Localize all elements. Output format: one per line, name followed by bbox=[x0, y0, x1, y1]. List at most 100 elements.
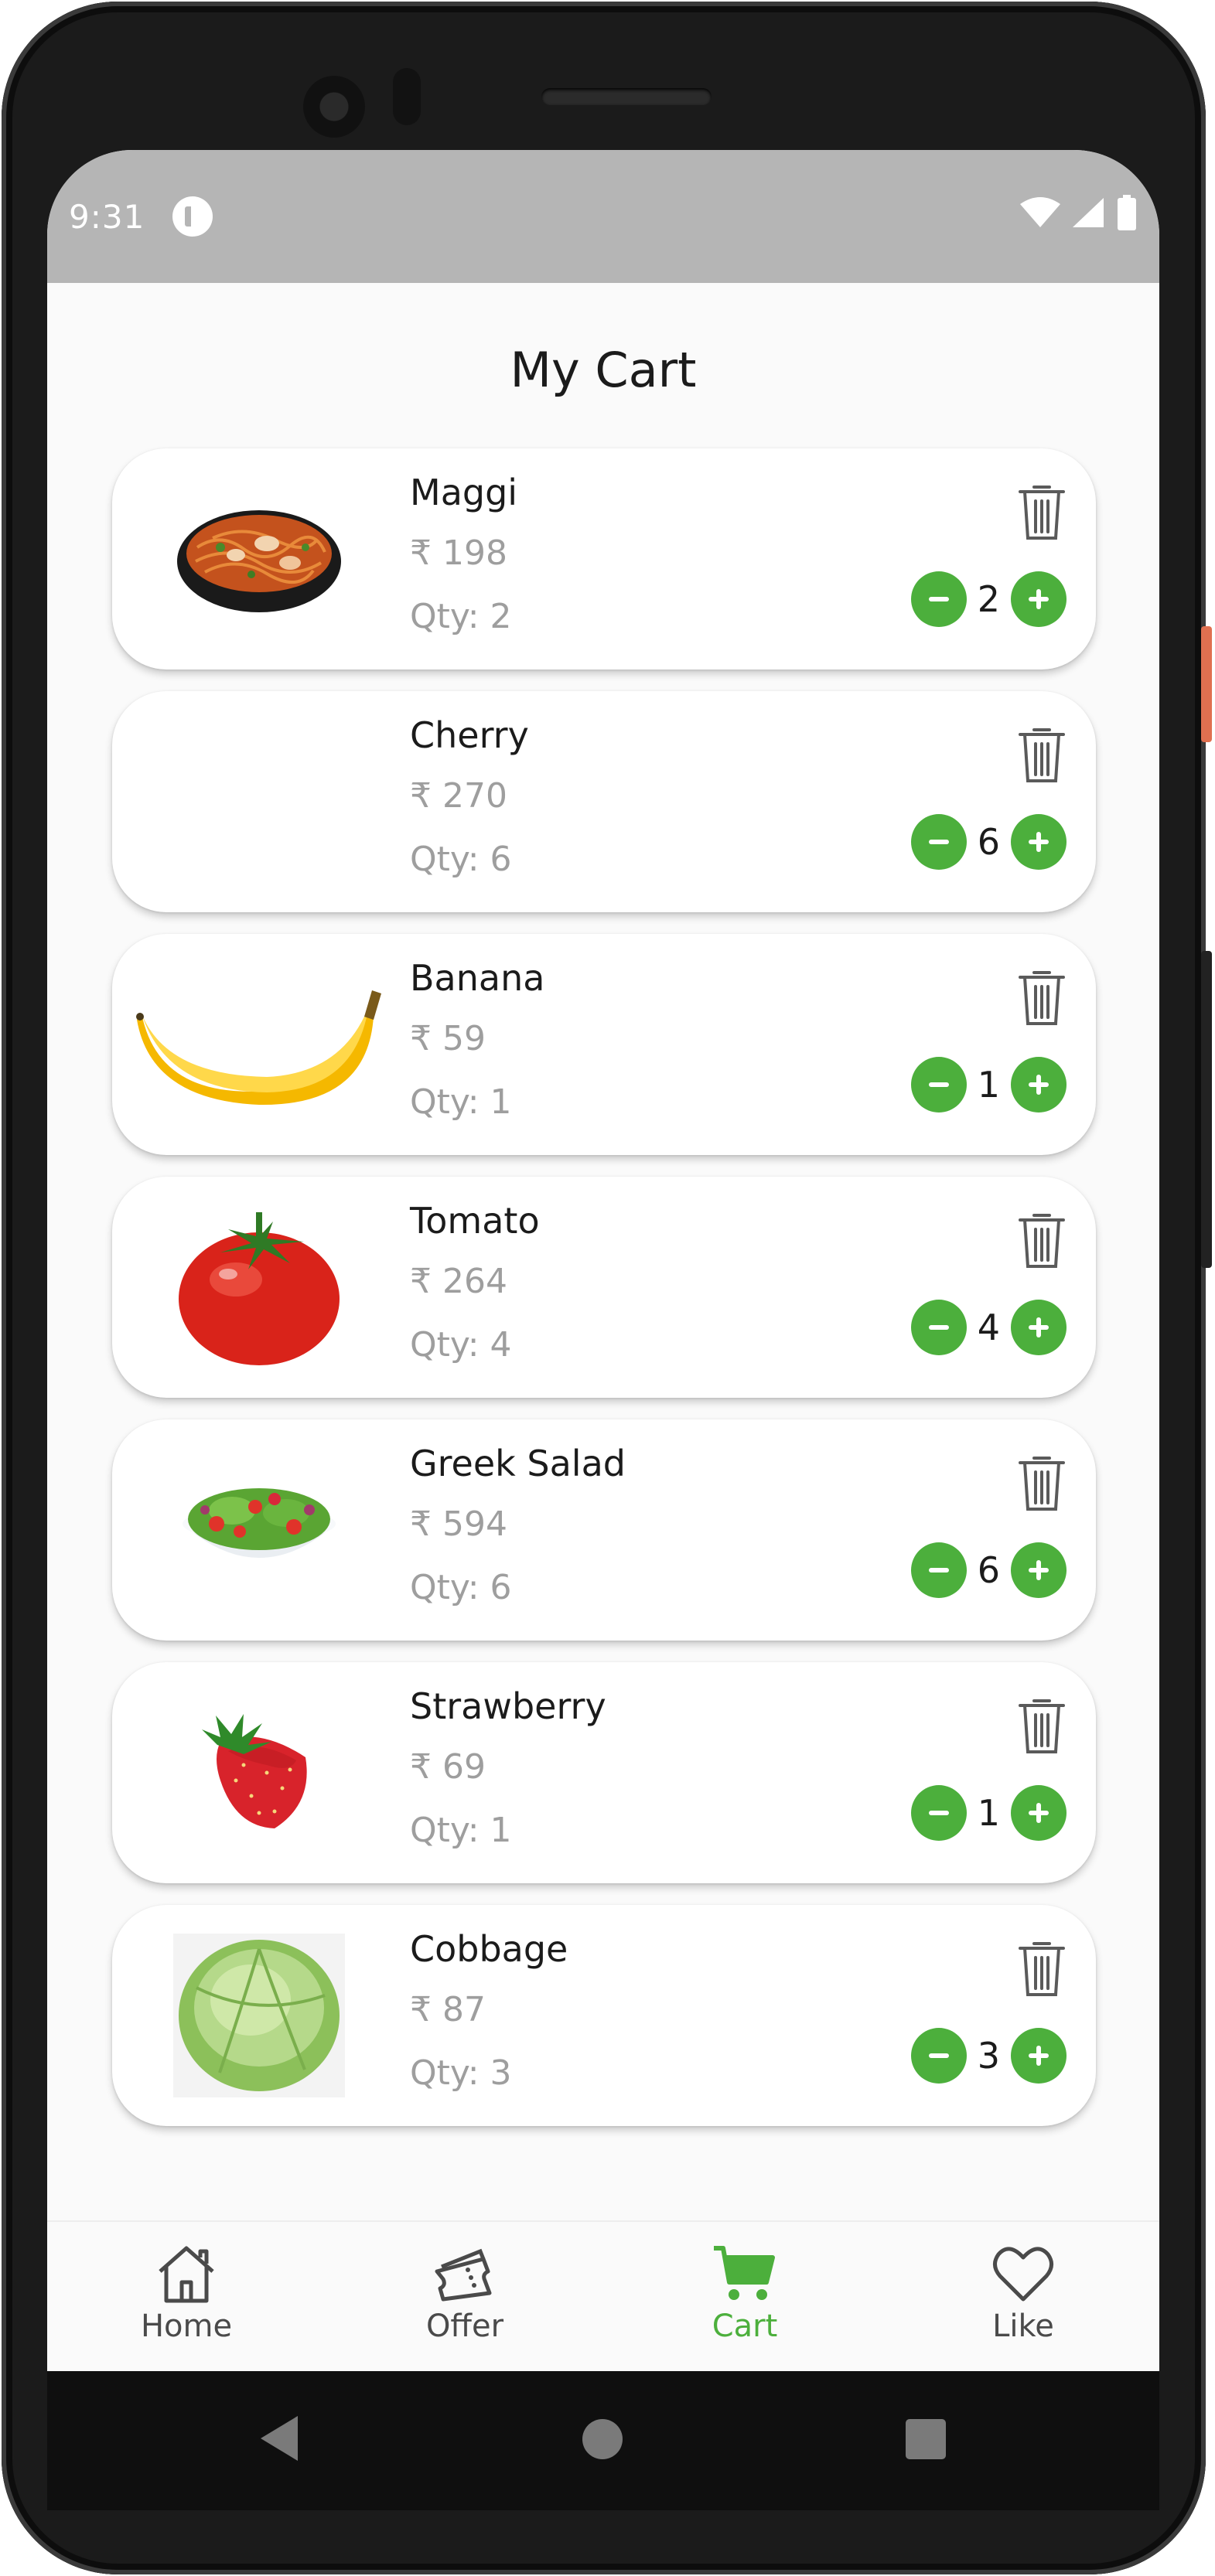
earpiece-speaker bbox=[541, 88, 712, 105]
delete-item-button[interactable] bbox=[1017, 1211, 1067, 1269]
trash-icon bbox=[1019, 1942, 1065, 1996]
decrease-quantity-button[interactable] bbox=[910, 814, 967, 870]
back-icon[interactable] bbox=[258, 2414, 301, 2462]
item-image-noodles bbox=[159, 470, 360, 648]
increase-quantity-button[interactable] bbox=[1011, 1542, 1067, 1598]
minus-icon bbox=[928, 1568, 949, 1573]
increase-quantity-button[interactable] bbox=[1011, 571, 1067, 627]
cart-item-card: Strawberry ₹ 69 Qty: 1 1 bbox=[112, 1662, 1096, 1883]
increase-quantity-button[interactable] bbox=[1011, 1057, 1067, 1113]
signal-icon bbox=[1073, 198, 1104, 227]
item-name: Greek Salad bbox=[410, 1443, 626, 1484]
item-name: Cherry bbox=[410, 714, 529, 756]
page-title: My Cart bbox=[510, 342, 697, 398]
minus-icon bbox=[928, 597, 949, 601]
plus-icon bbox=[1029, 1317, 1049, 1337]
increase-quantity-button[interactable] bbox=[1011, 1300, 1067, 1355]
system-navigation-bar bbox=[47, 2371, 1159, 2510]
item-name: Maggi bbox=[410, 472, 518, 513]
item-price: ₹ 198 bbox=[410, 533, 507, 573]
trash-icon bbox=[1019, 1214, 1065, 1268]
item-price: ₹ 87 bbox=[410, 1990, 486, 2029]
item-name: Tomato bbox=[410, 1200, 540, 1242]
proximity-sensor bbox=[393, 68, 421, 125]
delete-item-button[interactable] bbox=[1017, 1696, 1067, 1755]
nav-label: Offer bbox=[425, 2309, 504, 2344]
home-circle-icon[interactable] bbox=[581, 2418, 624, 2461]
plus-icon bbox=[1029, 589, 1049, 609]
trash-icon bbox=[1019, 728, 1065, 782]
delete-item-button[interactable] bbox=[1017, 1939, 1067, 1998]
nav-label: Like bbox=[992, 2309, 1054, 2344]
item-image-tomato bbox=[159, 1198, 360, 1376]
quantity-stepper: 3 bbox=[910, 2027, 1067, 2084]
plus-icon bbox=[1029, 1560, 1049, 1580]
quantity-count: 1 bbox=[977, 1064, 1000, 1106]
item-quantity-label: Qty: 3 bbox=[410, 2053, 512, 2093]
item-name: Strawberry bbox=[410, 1685, 606, 1727]
decrease-quantity-button[interactable] bbox=[910, 1785, 967, 1841]
trash-icon bbox=[1019, 1457, 1065, 1511]
decrease-quantity-button[interactable] bbox=[910, 571, 967, 627]
increase-quantity-button[interactable] bbox=[1011, 814, 1067, 870]
nav-item-offer[interactable]: Offer bbox=[387, 2244, 542, 2344]
app-screen: 9:31 My Cart Maggi ₹ 198 Qty: 2 2 Cherry… bbox=[47, 150, 1159, 2371]
delete-item-button[interactable] bbox=[1017, 968, 1067, 1027]
wifi-icon bbox=[1020, 197, 1060, 227]
item-price: ₹ 270 bbox=[410, 776, 507, 816]
item-quantity-label: Qty: 6 bbox=[410, 840, 512, 879]
decrease-quantity-button[interactable] bbox=[910, 1542, 967, 1598]
delete-item-button[interactable] bbox=[1017, 1453, 1067, 1512]
battery-icon bbox=[1118, 195, 1136, 230]
bottom-navigation: Home Offer Cart Like bbox=[47, 2220, 1159, 2371]
quantity-stepper: 1 bbox=[910, 1056, 1067, 1113]
quantity-count: 2 bbox=[977, 578, 1000, 620]
delete-item-button[interactable] bbox=[1017, 482, 1067, 541]
cart-icon bbox=[714, 2246, 775, 2300]
item-quantity-label: Qty: 1 bbox=[410, 1811, 512, 1850]
item-quantity-label: Qty: 1 bbox=[410, 1082, 512, 1122]
phone-side-button bbox=[1201, 626, 1212, 742]
decrease-quantity-button[interactable] bbox=[910, 1057, 967, 1113]
nav-item-like[interactable]: Like bbox=[946, 2244, 1101, 2344]
quantity-count: 3 bbox=[977, 2035, 1000, 2077]
increase-quantity-button[interactable] bbox=[1011, 2028, 1067, 2084]
quantity-stepper: 4 bbox=[910, 1299, 1067, 1356]
front-camera bbox=[303, 76, 365, 138]
quantity-stepper: 2 bbox=[910, 571, 1067, 628]
trash-icon bbox=[1019, 1699, 1065, 1753]
minus-icon bbox=[928, 840, 949, 844]
increase-quantity-button[interactable] bbox=[1011, 1785, 1067, 1841]
cart-item-card: Cherry ₹ 270 Qty: 6 6 bbox=[112, 691, 1096, 912]
phone-volume-button bbox=[1201, 951, 1212, 1268]
delete-item-button[interactable] bbox=[1017, 725, 1067, 784]
decrease-quantity-button[interactable] bbox=[910, 2028, 967, 2084]
item-quantity-label: Qty: 2 bbox=[410, 597, 512, 636]
quantity-stepper: 6 bbox=[910, 1542, 1067, 1599]
item-image-strawberry bbox=[159, 1684, 360, 1862]
item-quantity-label: Qty: 4 bbox=[410, 1325, 512, 1365]
recents-square-icon[interactable] bbox=[904, 2418, 947, 2461]
item-price: ₹ 59 bbox=[410, 1019, 486, 1058]
plus-icon bbox=[1029, 1803, 1049, 1823]
nav-item-home[interactable]: Home bbox=[109, 2244, 264, 2344]
cart-item-card: Banana ₹ 59 Qty: 1 1 bbox=[112, 934, 1096, 1155]
home-icon bbox=[159, 2246, 214, 2303]
item-price: ₹ 264 bbox=[410, 1262, 507, 1301]
item-image-banana bbox=[135, 956, 383, 1133]
item-price: ₹ 594 bbox=[410, 1504, 507, 1544]
nav-item-cart[interactable]: Cart bbox=[667, 2244, 822, 2344]
item-price: ₹ 69 bbox=[410, 1747, 486, 1787]
item-image-salad bbox=[159, 1441, 360, 1619]
ticket-icon bbox=[435, 2248, 492, 2302]
nav-label: Cart bbox=[712, 2309, 778, 2344]
item-name: Banana bbox=[410, 957, 545, 999]
item-name: Cobbage bbox=[410, 1928, 568, 1970]
minus-icon bbox=[928, 2053, 949, 2058]
minus-icon bbox=[928, 1811, 949, 1815]
item-image-empty bbox=[159, 713, 360, 891]
status-bar: 9:31 bbox=[47, 150, 1159, 283]
quantity-count: 4 bbox=[977, 1307, 1000, 1348]
heart-icon bbox=[993, 2247, 1053, 2302]
decrease-quantity-button[interactable] bbox=[910, 1300, 967, 1355]
